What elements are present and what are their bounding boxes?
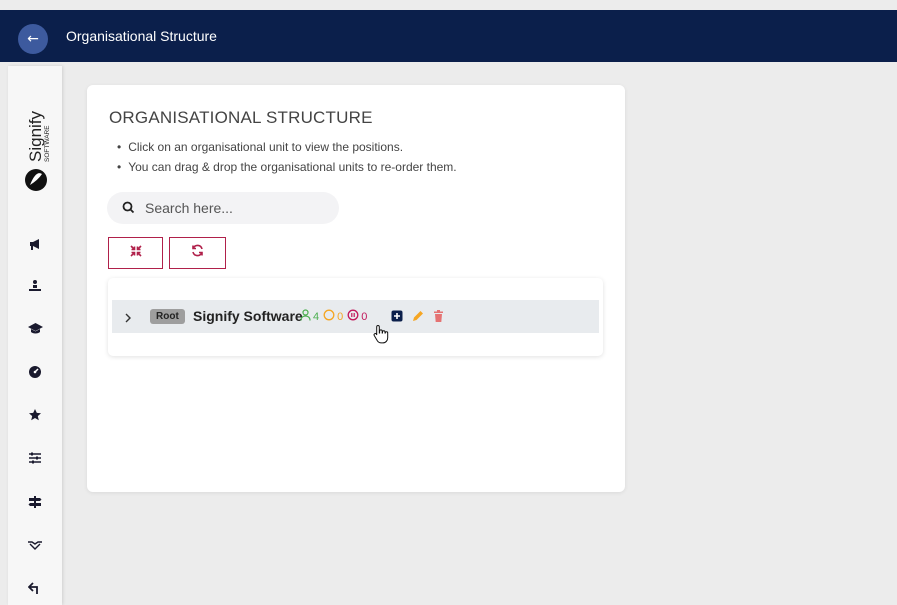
vacant-count: 0: [337, 310, 344, 323]
search-box[interactable]: [107, 192, 339, 224]
hand-cursor-icon: [373, 324, 389, 349]
delete-trash-icon[interactable]: [433, 309, 444, 327]
node-actions: [391, 309, 444, 327]
sidebar: Signify SOFTWARE: [8, 66, 62, 605]
page-header-title: Organisational Structure: [66, 28, 217, 44]
root-badge: Root: [150, 309, 185, 324]
instruction-item: Click on an organisational unit to view …: [109, 137, 457, 157]
org-structure-card: ORGANISATIONAL STRUCTURE Click on an org…: [87, 85, 625, 492]
org-tree: Root Signify Software 4 0 0: [108, 278, 603, 356]
people-count: 4: [313, 310, 320, 323]
page-title: ORGANISATIONAL STRUCTURE: [109, 108, 373, 127]
star-icon[interactable]: [23, 403, 47, 427]
handshake-icon[interactable]: [23, 533, 47, 557]
svg-text:SOFTWARE: SOFTWARE: [44, 125, 51, 162]
pause-circle-icon: [347, 309, 359, 324]
refresh-icon: [191, 244, 204, 262]
search-input[interactable]: [143, 199, 337, 217]
dashboard-gauge-icon[interactable]: [23, 360, 47, 384]
megaphone-icon[interactable]: [23, 232, 47, 256]
person-podium-icon[interactable]: [23, 274, 47, 298]
add-unit-button[interactable]: [391, 309, 403, 327]
org-unit-name[interactable]: Signify Software: [193, 308, 303, 324]
user-arrow-icon[interactable]: [23, 576, 47, 600]
instructions-list: Click on an organisational unit to view …: [109, 137, 457, 177]
refresh-button[interactable]: [169, 237, 226, 269]
signify-logo[interactable]: Signify SOFTWARE: [17, 88, 53, 198]
chevron-right-icon[interactable]: [124, 310, 132, 328]
instruction-item: You can drag & drop the organisational u…: [109, 157, 456, 177]
signpost-icon[interactable]: [23, 490, 47, 514]
back-button[interactable]: ←: [18, 24, 48, 54]
other-count: 0: [361, 310, 368, 323]
tree-node-root[interactable]: Root Signify Software 4 0 0: [112, 300, 599, 333]
arrow-left-icon: ←: [27, 31, 39, 47]
person-icon: [300, 309, 311, 324]
vacant-circle-icon: [323, 309, 335, 324]
top-bar: ← Organisational Structure: [0, 10, 897, 62]
edit-pencil-icon[interactable]: [412, 309, 424, 327]
position-counts: 4 0 0: [300, 309, 371, 324]
svg-text:Signify: Signify: [26, 110, 45, 162]
search-icon: [122, 201, 135, 219]
sliders-icon[interactable]: [23, 446, 47, 470]
compress-icon: [129, 244, 142, 262]
graduation-cap-icon[interactable]: [23, 316, 47, 340]
collapse-all-button[interactable]: [108, 237, 163, 269]
